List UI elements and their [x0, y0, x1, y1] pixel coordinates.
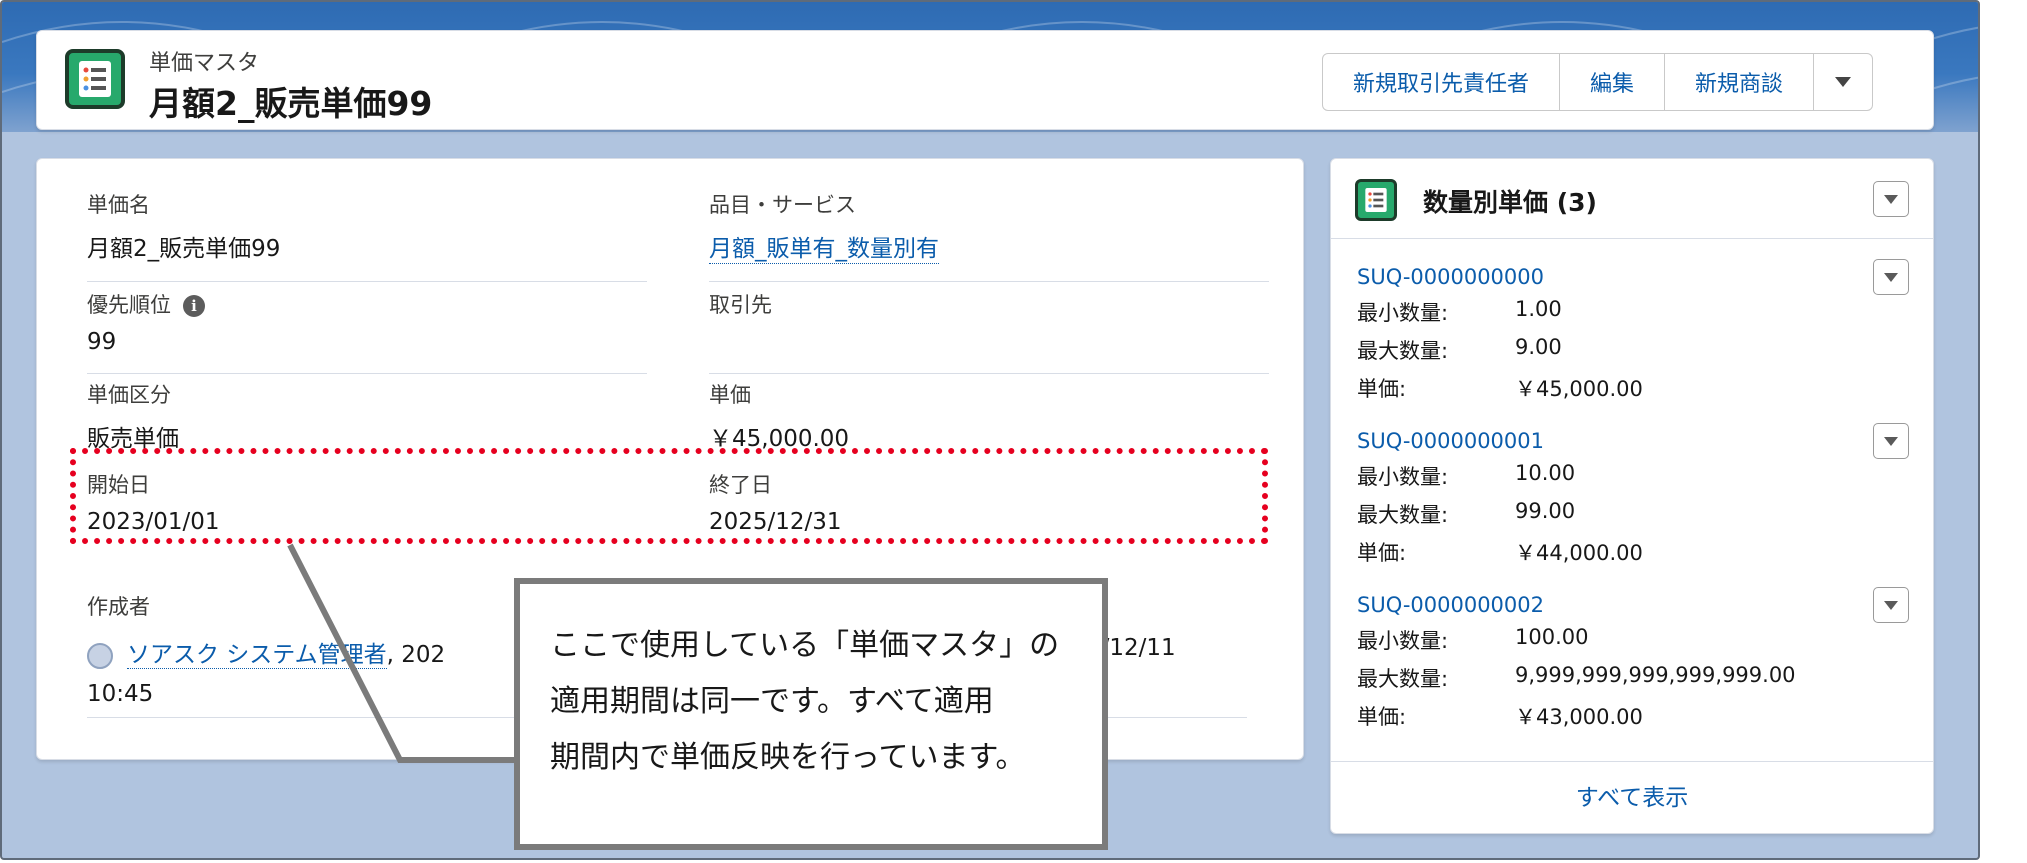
- more-actions-button[interactable]: [1813, 53, 1873, 111]
- min-value: 100.00: [1515, 625, 1589, 649]
- field-label: 取引先: [709, 293, 772, 317]
- max-label: 最大数量:: [1357, 339, 1449, 363]
- callout-line-2: 適用期間は同一です。すべて適用: [550, 684, 994, 719]
- avatar-icon: [87, 642, 113, 669]
- min-label: 最小数量:: [1357, 465, 1449, 489]
- related-list-menu-button[interactable]: [1873, 181, 1909, 217]
- record-link[interactable]: SUQ-0000000002: [1357, 593, 1917, 617]
- min-label: 最小数量:: [1357, 301, 1449, 325]
- view-all-link[interactable]: すべて表示: [1331, 761, 1933, 833]
- price-label: 単価:: [1357, 377, 1407, 401]
- max-value: 99.00: [1515, 499, 1576, 523]
- price-label: 単価:: [1357, 705, 1407, 729]
- divider: [87, 281, 647, 282]
- field-value: 月額2_販売単価99: [87, 236, 281, 262]
- price-value: ￥45,000.00: [1515, 377, 1643, 401]
- new-contact-button[interactable]: 新規取引先責任者: [1321, 53, 1560, 111]
- annotation-callout: ここで使用している「単価マスタ」の 適用期間は同一です。すべて適用 期間内で単価…: [514, 578, 1108, 850]
- record-row-max: 最大数量: 9.00: [1357, 335, 1917, 365]
- min-label: 最小数量:: [1357, 629, 1449, 653]
- field-price-name: 単価名 月額2_販売単価99: [87, 189, 647, 282]
- price-label: 単価:: [1357, 541, 1407, 565]
- field-priority: 優先順位 i 99: [87, 289, 647, 374]
- related-list-title[interactable]: 数量別単価 (3): [1423, 183, 1597, 219]
- chevron-down-icon: [1884, 272, 1898, 282]
- record-row-price: 単価: ￥43,000.00: [1357, 701, 1917, 731]
- field-label: 単価名: [87, 193, 150, 217]
- min-value: 10.00: [1515, 461, 1576, 485]
- price-value: ￥44,000.00: [1515, 541, 1643, 565]
- min-value: 1.00: [1515, 297, 1562, 321]
- price-value: ￥43,000.00: [1515, 705, 1643, 729]
- field-unit-price: 単価 ￥45,000.00: [709, 379, 1269, 453]
- callout-line-1: ここで使用している「単価マスタ」の: [550, 628, 1060, 663]
- record-title: 月額2_販売単価99: [149, 84, 433, 123]
- new-opportunity-button[interactable]: 新規商談: [1663, 53, 1814, 111]
- field-account: 取引先: [709, 289, 1269, 374]
- field-item-service: 品目・サービス 月額_販単有_数量別有: [709, 189, 1269, 282]
- list-item: SUQ-0000000001 最小数量: 10.00 最大数量: 99.00 単価:…: [1357, 429, 1917, 567]
- record-link[interactable]: SUQ-0000000000: [1357, 265, 1917, 289]
- record-row-price: 単価: ￥44,000.00: [1357, 537, 1917, 567]
- date-range-highlight: [70, 448, 1268, 544]
- record-link[interactable]: SUQ-0000000001: [1357, 429, 1917, 453]
- max-label: 最大数量:: [1357, 503, 1449, 527]
- list-object-icon: [65, 49, 125, 109]
- chevron-down-icon: [1884, 436, 1898, 446]
- max-label: 最大数量:: [1357, 667, 1449, 691]
- field-label: 優先順位 i: [87, 289, 647, 319]
- max-value: 9.00: [1515, 335, 1562, 359]
- chevron-down-icon: [1884, 194, 1898, 204]
- list-object-icon: [1355, 179, 1397, 221]
- field-price-type: 単価区分 販売単価: [87, 379, 647, 453]
- list-item: SUQ-0000000000 最小数量: 1.00 最大数量: 9.00 単価: ￥4…: [1357, 265, 1917, 403]
- record-menu-button[interactable]: [1873, 587, 1909, 623]
- divider: [709, 373, 1269, 374]
- record-row-max: 最大数量: 9,999,999,999,999,999.00: [1357, 663, 1917, 693]
- priority-label: 優先順位: [87, 293, 171, 317]
- edit-button[interactable]: 編集: [1558, 53, 1665, 111]
- info-icon[interactable]: i: [183, 295, 205, 317]
- created-date-partial: , 202: [386, 642, 446, 668]
- related-list-card: 数量別単価 (3) SUQ-0000000000 最小数量: 1.00 最大数量:…: [1330, 158, 1934, 834]
- field-label: 単価区分: [87, 383, 171, 407]
- record-row-min: 最小数量: 10.00: [1357, 461, 1917, 491]
- record-row-max: 最大数量: 99.00: [1357, 499, 1917, 529]
- record-menu-button[interactable]: [1873, 259, 1909, 295]
- field-label: 単価: [709, 383, 751, 407]
- field-value: 99: [87, 329, 117, 355]
- record-row-min: 最小数量: 1.00: [1357, 297, 1917, 327]
- divider: [87, 373, 647, 374]
- callout-line-3: 期間内で単価反映を行っています。: [550, 740, 1026, 775]
- chevron-down-icon: [1884, 600, 1898, 610]
- list-item: SUQ-0000000002 最小数量: 100.00 最大数量: 9,999,99…: [1357, 593, 1917, 731]
- max-value: 9,999,999,999,999,999.00: [1515, 663, 1796, 687]
- field-label: 品目・サービス: [709, 193, 856, 217]
- related-list-header: 数量別単価 (3): [1331, 159, 1933, 239]
- header-actions: 新規取引先責任者 編集 新規商談: [1321, 53, 1873, 111]
- record-menu-button[interactable]: [1873, 423, 1909, 459]
- chevron-down-icon: [1835, 77, 1851, 87]
- divider: [709, 281, 1269, 282]
- record-row-price: 単価: ￥45,000.00: [1357, 373, 1917, 403]
- created-by-user-link[interactable]: ソアスク システム管理者: [127, 642, 387, 669]
- record-row-min: 最小数量: 100.00: [1357, 625, 1917, 655]
- item-service-link[interactable]: 月額_販単有_数量別有: [709, 229, 939, 264]
- object-type-label: 単価マスタ: [149, 51, 260, 76]
- record-header: 単価マスタ 月額2_販売単価99 新規取引先責任者 編集 新規商談: [36, 30, 1934, 130]
